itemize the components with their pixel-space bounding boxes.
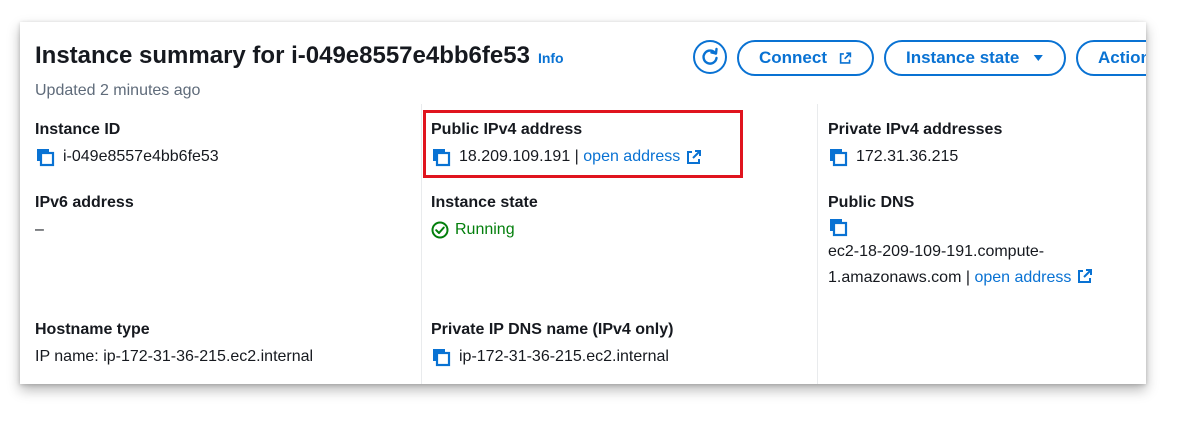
public-dns-field: Public DNS ec2-18-209-109-191.compute- 1… xyxy=(828,193,1093,291)
external-link-icon xyxy=(839,52,852,64)
private-ipv4-value: 172.31.36.215 xyxy=(856,148,959,165)
open-address-link[interactable]: open address xyxy=(974,269,1071,286)
ipv6-value: – xyxy=(35,221,44,238)
hostname-type-label: Hostname type xyxy=(35,321,150,338)
refresh-button[interactable] xyxy=(693,40,727,74)
page-title: Instance summary for i-049e8557e4bb6fe53… xyxy=(35,42,564,70)
instance-id-value: i-049e8557e4bb6fe53 xyxy=(63,148,219,165)
copy-icon[interactable] xyxy=(828,217,848,237)
hostname-type-field: Hostname type IP name: ip-172-31-36-215.… xyxy=(35,320,313,370)
value-separator: | xyxy=(961,269,975,286)
status-running: Running xyxy=(431,217,538,243)
refresh-icon xyxy=(702,47,718,65)
updated-timestamp: Updated 2 minutes ago xyxy=(35,82,201,99)
private-ipv4-field: Private IPv4 addresses 172.31.36.215 xyxy=(828,120,1002,170)
instance-state-field: Instance state Running xyxy=(431,193,538,243)
highlight-box xyxy=(423,110,743,178)
public-dns-label: Public DNS xyxy=(828,194,915,211)
private-ip-dns-field: Private IP DNS name (IPv4 only) ip-172-3… xyxy=(431,320,673,370)
caret-down-icon xyxy=(1034,54,1044,62)
private-ip-dns-label: Private IP DNS name (IPv4 only) xyxy=(431,321,674,338)
hostname-type-value: IP name: ip-172-31-36-215.ec2.internal xyxy=(35,348,314,365)
actions-button[interactable]: Action xyxy=(1076,40,1146,76)
copy-icon[interactable] xyxy=(431,347,451,367)
instance-id-label: Instance ID xyxy=(35,121,121,138)
title-text: Instance summary for i-049e8557e4bb6fe53 xyxy=(35,42,530,69)
column-divider xyxy=(817,104,818,384)
column-divider xyxy=(421,104,422,384)
instance-state-value: Running xyxy=(455,221,515,238)
ipv6-label: IPv6 address xyxy=(35,194,134,211)
actions-label: Action xyxy=(1098,48,1146,67)
instance-summary-panel: Instance summary for i-049e8557e4bb6fe53… xyxy=(20,22,1146,384)
copy-icon[interactable] xyxy=(35,147,55,167)
copy-icon[interactable] xyxy=(828,147,848,167)
ipv6-field: IPv6 address – xyxy=(35,193,134,243)
check-circle-icon xyxy=(431,221,449,239)
instance-state-label: Instance state xyxy=(906,48,1020,67)
instance-state-button[interactable]: Instance state xyxy=(884,40,1066,76)
private-ip-dns-value: ip-172-31-36-215.ec2.internal xyxy=(459,348,669,365)
instance-id-field: Instance ID i-049e8557e4bb6fe53 xyxy=(35,120,219,170)
public-dns-value-line2: 1.amazonaws.com xyxy=(828,269,962,286)
connect-button[interactable]: Connect xyxy=(737,40,874,76)
connect-label: Connect xyxy=(759,48,827,67)
external-link-icon[interactable] xyxy=(1077,268,1093,284)
private-ipv4-label: Private IPv4 addresses xyxy=(828,121,1003,138)
info-link[interactable]: Info xyxy=(538,50,564,66)
instance-state-field-label: Instance state xyxy=(431,194,538,211)
public-dns-value-line1: ec2-18-209-109-191.compute- xyxy=(828,243,1045,260)
